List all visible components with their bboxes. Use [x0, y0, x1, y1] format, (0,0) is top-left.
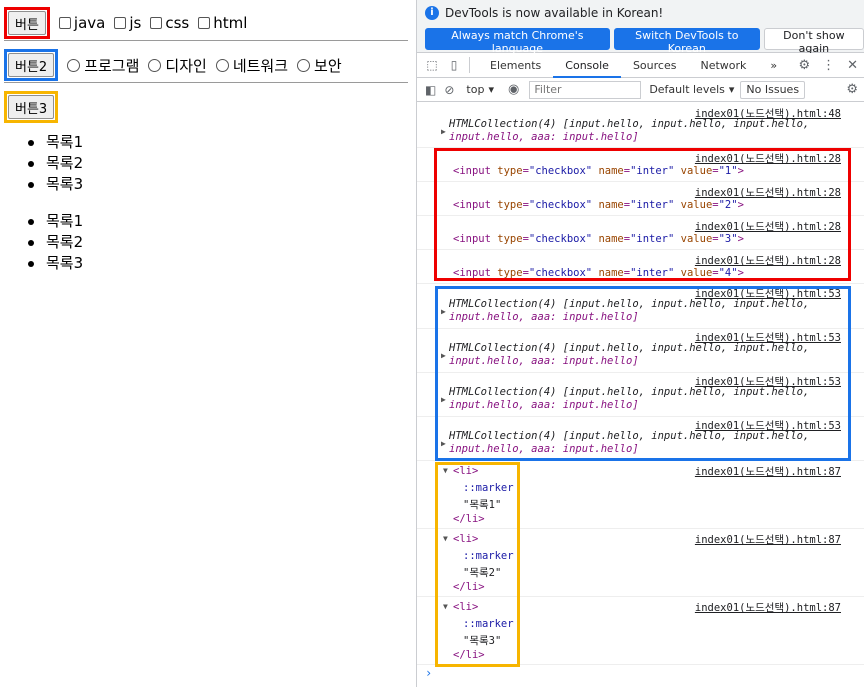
dropdown-arrow-icon: ▾: [488, 83, 494, 96]
radio-security[interactable]: 보안: [297, 55, 342, 76]
collection-preview[interactable]: HTMLCollection(4) [input.hello, input.he…: [449, 118, 809, 144]
inspect-element-icon[interactable]: ⬚: [425, 58, 439, 72]
close-icon[interactable]: ✕: [847, 58, 858, 73]
context-selector[interactable]: top ▾: [466, 83, 494, 96]
settings-icon[interactable]: ⚙: [798, 58, 810, 73]
match-language-button[interactable]: Always match Chrome's language: [425, 28, 610, 55]
checkbox-html[interactable]: html: [198, 14, 247, 32]
tab-network[interactable]: Network: [688, 53, 758, 78]
dropdown-arrow-icon: ▾: [728, 83, 735, 96]
tab-console[interactable]: Console: [553, 53, 621, 78]
devtools-tabbar: ⬚ ▯ Elements Console Sources Network » ⚙…: [417, 53, 864, 78]
dont-show-again-button[interactable]: Don't show again: [763, 28, 864, 55]
row-button3: 버튼3: [4, 91, 59, 123]
list-item: 목록2: [27, 154, 84, 172]
language-infobar: i DevTools is now available in Korean! A…: [417, 0, 864, 55]
clear-console-icon[interactable]: ⊘: [444, 83, 454, 97]
button-1[interactable]: 버튼: [8, 11, 46, 35]
annotation-red-frame-button: 버튼: [4, 7, 50, 39]
source-link[interactable]: index01(노드선택).html:87: [695, 464, 841, 479]
tab-elements[interactable]: Elements: [478, 53, 553, 78]
radio-design[interactable]: 디자인: [148, 55, 207, 76]
more-options-icon[interactable]: ⋮: [822, 58, 835, 73]
button-2[interactable]: 버튼2: [8, 53, 55, 77]
list-2: 목록1 목록2 목록3: [27, 211, 84, 274]
list-1: 목록1 목록2 목록3: [27, 132, 84, 195]
devtools-panel: i DevTools is now available in Korean! A…: [416, 0, 864, 687]
list-item: 목록1: [27, 133, 84, 151]
divider: [4, 40, 408, 41]
console-message: index01(노드선택).html:48 ▶ HTMLCollection(4…: [417, 103, 864, 148]
annotation-yellow-frame-button: 버튼3: [4, 91, 59, 123]
annotation-yellow-frame-console: [435, 462, 520, 667]
annotation-red-frame-console: [434, 148, 851, 281]
button-3[interactable]: 버튼3: [8, 95, 55, 119]
row-checkboxes: 버튼 java js css html: [4, 7, 247, 39]
issues-button[interactable]: No Issues: [740, 80, 806, 99]
console-output: index01(노드선택).html:48 ▶ HTMLCollection(4…: [417, 103, 864, 687]
switch-language-button[interactable]: Switch DevTools to Korean: [613, 28, 760, 55]
source-link[interactable]: index01(노드선택).html:87: [695, 532, 841, 547]
console-prompt[interactable]: ›: [425, 666, 432, 680]
more-tabs-button[interactable]: »: [758, 53, 789, 78]
log-levels-dropdown[interactable]: Default levels ▾: [649, 83, 734, 96]
infobar-message: DevTools is now available in Korean!: [445, 6, 664, 20]
console-toolbar: ◧ ⊘ top ▾ ◉ Default levels ▾ No Issues ⚙: [417, 78, 864, 102]
source-link[interactable]: index01(노드선택).html:87: [695, 600, 841, 615]
radio-network[interactable]: 네트워크: [215, 55, 288, 76]
radio-program[interactable]: 프로그램: [67, 55, 139, 76]
tab-sources[interactable]: Sources: [621, 53, 689, 78]
divider: [4, 82, 408, 83]
live-expression-eye-icon[interactable]: ◉: [508, 82, 519, 97]
filter-input[interactable]: [529, 80, 642, 99]
device-toolbar-icon[interactable]: ▯: [447, 58, 461, 72]
sidebar-toggle-icon[interactable]: ◧: [425, 83, 436, 97]
checkbox-java[interactable]: java: [58, 14, 105, 32]
console-settings-icon[interactable]: ⚙: [846, 82, 858, 97]
annotation-blue-frame-console: [435, 286, 851, 461]
list-item: 목록2: [27, 233, 84, 251]
checkbox-js[interactable]: js: [114, 14, 141, 32]
info-icon: i: [425, 6, 439, 20]
list-item: 목록3: [27, 254, 84, 272]
expand-triangle-icon[interactable]: ▶: [441, 127, 446, 136]
list-item: 목록1: [27, 212, 84, 230]
list-item: 목록3: [27, 175, 84, 193]
annotation-blue-frame-button: 버튼2: [4, 49, 59, 81]
checkbox-css[interactable]: css: [150, 14, 189, 32]
web-page: 버튼 java js css html 버튼2 프로그램 디자인 네트워크 보안…: [0, 0, 416, 687]
row-radios: 버튼2 프로그램 디자인 네트워크 보안: [4, 49, 342, 81]
